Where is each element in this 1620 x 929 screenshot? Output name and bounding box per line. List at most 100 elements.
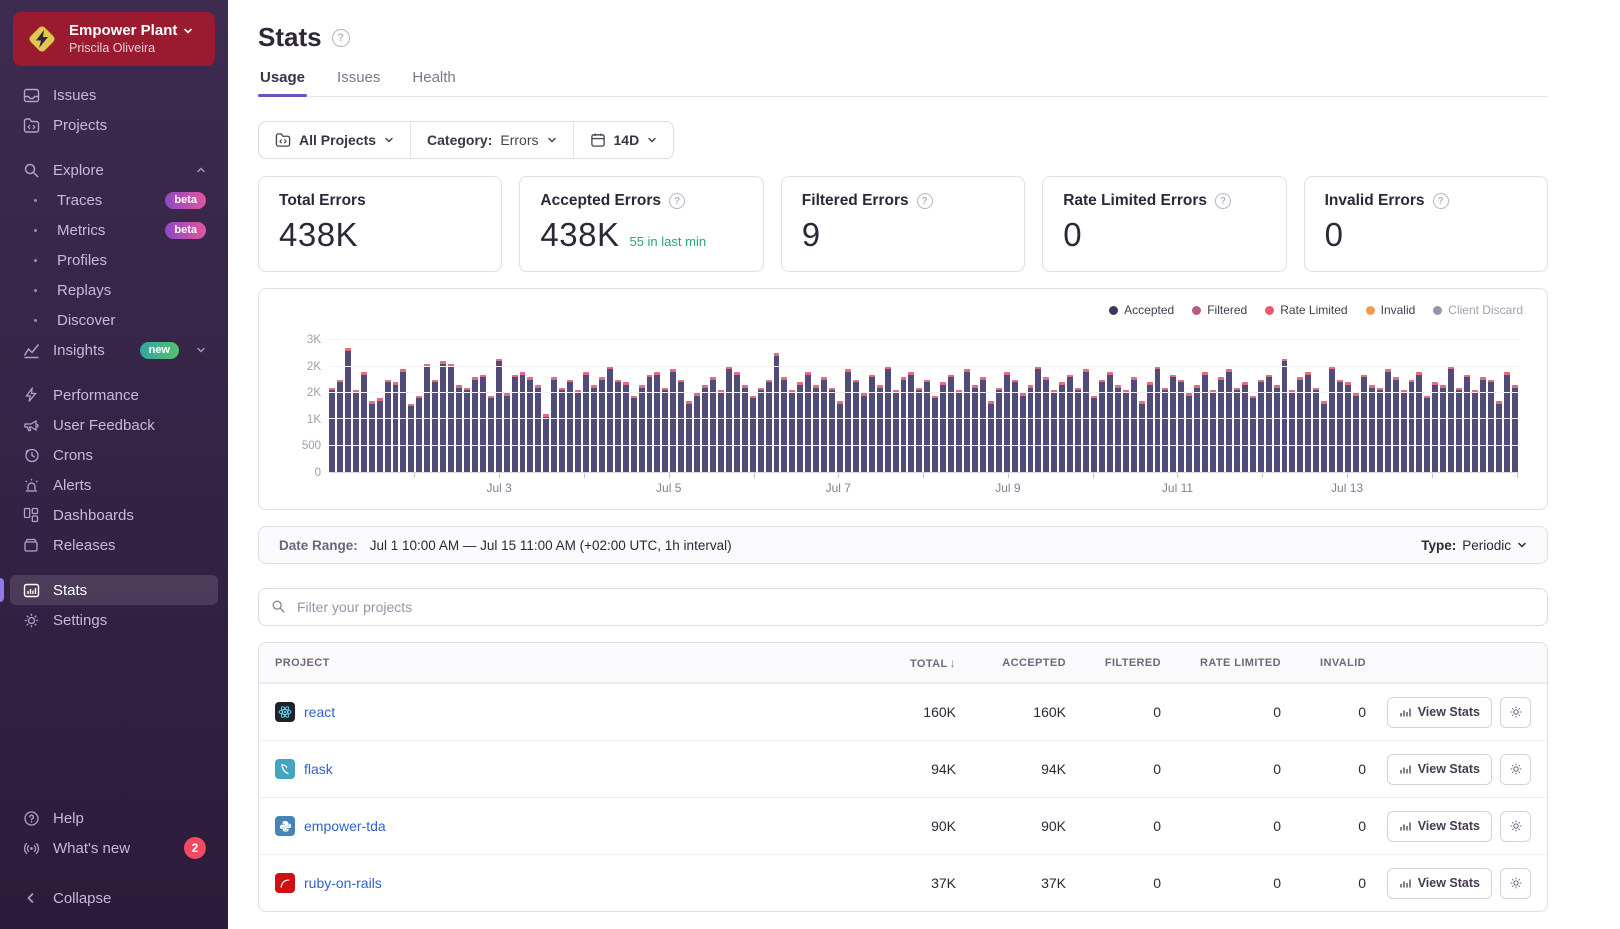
chart-bar [512, 375, 518, 472]
project-settings-button[interactable] [1500, 868, 1531, 899]
column-header-total[interactable]: TOTAL↓ [851, 656, 956, 670]
column-header-filtered[interactable]: FILTERED [1066, 657, 1161, 669]
chart-bar-cap [480, 375, 486, 378]
legend-item-invalid[interactable]: Invalid [1366, 303, 1416, 317]
chart-bar-cap [1186, 393, 1192, 396]
sidebar-item-user-feedback[interactable]: User Feedback [10, 410, 218, 440]
card-help-icon[interactable]: ? [1215, 193, 1231, 209]
gear-icon [1509, 705, 1523, 719]
project-link[interactable]: flask [304, 761, 333, 777]
column-header-rate-limited[interactable]: RATE LIMITED [1161, 657, 1281, 669]
bullet-icon [26, 289, 44, 292]
legend-item-accepted[interactable]: Accepted [1109, 303, 1174, 317]
chart-bar-cap [734, 372, 740, 375]
column-header-accepted[interactable]: ACCEPTED [956, 657, 1066, 669]
sidebar-item-performance[interactable]: Performance [10, 380, 218, 410]
tab-health[interactable]: Health [410, 69, 457, 96]
chart-bar-cap [980, 377, 986, 380]
org-user: Priscila Oliveira [69, 41, 193, 57]
chart-area: 05001K2K2K3K Jul 3Jul 5Jul 7Jul 9Jul 11J… [329, 335, 1519, 495]
tab-usage[interactable]: Usage [258, 69, 307, 96]
bar-chart-icon [1399, 706, 1411, 718]
sidebar-item-label: Help [53, 810, 206, 827]
sidebar-item-dashboards[interactable]: Dashboards [10, 500, 218, 530]
search-input[interactable] [258, 588, 1548, 626]
chevron-down-icon [196, 345, 206, 355]
column-header-invalid[interactable]: INVALID [1281, 657, 1366, 669]
sidebar-item-label: Settings [53, 612, 206, 629]
chart-bar-cap [1416, 372, 1422, 375]
project-settings-button[interactable] [1500, 697, 1531, 728]
chart-bar [1091, 396, 1097, 472]
sidebar-item-projects[interactable]: Projects [10, 110, 218, 140]
y-axis-label: 0 [315, 467, 321, 479]
card-help-icon[interactable]: ? [1433, 193, 1449, 209]
view-stats-button[interactable]: View Stats [1387, 697, 1492, 728]
sidebar-item-help[interactable]: Help [10, 803, 218, 833]
type-dropdown[interactable]: Type: Periodic [1421, 538, 1527, 553]
chart-bar [861, 393, 867, 472]
sidebar-item-label: Projects [53, 117, 206, 134]
card-help-icon[interactable]: ? [917, 193, 933, 209]
sidebar-item-discover[interactable]: Discover [10, 305, 218, 335]
chart-bar-cap [1234, 388, 1240, 391]
chart-bar [853, 380, 859, 472]
project-filter-dropdown[interactable]: All Projects [259, 122, 410, 158]
sidebar-item-profiles[interactable]: Profiles [10, 245, 218, 275]
sidebar-item-traces[interactable]: Traces beta [10, 185, 218, 215]
project-link[interactable]: react [304, 704, 335, 720]
sidebar-item-explore[interactable]: Explore [10, 155, 218, 185]
chart-bar-cap [1361, 375, 1367, 378]
chart-bar-cap [512, 375, 518, 378]
view-stats-button[interactable]: View Stats [1387, 868, 1492, 899]
sidebar-collapse-button[interactable]: Collapse [10, 883, 218, 913]
sidebar-item-alerts[interactable]: Alerts [10, 470, 218, 500]
chart-bar-cap [662, 388, 668, 391]
sidebar-item-settings[interactable]: Settings [10, 605, 218, 635]
view-stats-button[interactable]: View Stats [1387, 811, 1492, 842]
sidebar-item-replays[interactable]: Replays [10, 275, 218, 305]
page-help-icon[interactable]: ? [332, 29, 350, 47]
date-range-bar: Date Range: Jul 1 10:00 AM — Jul 15 11:0… [258, 526, 1548, 564]
sidebar-item-crons[interactable]: Crons [10, 440, 218, 470]
chart-bar [623, 382, 629, 472]
card-help-icon[interactable]: ? [669, 193, 685, 209]
chart-bar-cap [400, 369, 406, 372]
chart-bar [456, 385, 462, 472]
chart-bar-cap [1488, 380, 1494, 383]
chart-bar [1353, 393, 1359, 472]
sidebar-item-insights[interactable]: Insights new [10, 335, 218, 365]
chart-bar [1004, 372, 1010, 472]
project-settings-button[interactable] [1500, 754, 1531, 785]
filtered-cell: 0 [1066, 818, 1161, 834]
rate-limited-cell: 0 [1161, 818, 1281, 834]
sidebar-item-metrics[interactable]: Metrics beta [10, 215, 218, 245]
view-stats-button[interactable]: View Stats [1387, 754, 1492, 785]
project-link[interactable]: empower-tda [304, 818, 386, 834]
chart-bar-cap [1377, 388, 1383, 391]
chart-bar [1123, 390, 1129, 472]
search-icon [271, 599, 286, 614]
legend-item-rate-limited[interactable]: Rate Limited [1265, 303, 1347, 317]
chart-bar-cap [1043, 377, 1049, 380]
category-filter-dropdown[interactable]: Category: Errors [410, 122, 572, 158]
dashboards-icon [22, 506, 40, 524]
legend-item-client-discard[interactable]: Client Discard [1433, 303, 1523, 317]
project-settings-button[interactable] [1500, 811, 1531, 842]
chart-bar-cap [1432, 382, 1438, 385]
org-switcher[interactable]: Empower Plant Priscila Oliveira [13, 12, 215, 66]
date-period-dropdown[interactable]: 14D [573, 122, 674, 158]
legend-item-filtered[interactable]: Filtered [1192, 303, 1247, 317]
chart-bar-cap [742, 385, 748, 388]
sidebar-item-issues[interactable]: Issues [10, 80, 218, 110]
sidebar-item-whats-new[interactable]: What's new 2 [10, 833, 218, 863]
tab-issues[interactable]: Issues [335, 69, 382, 96]
main-content: Stats ? Usage Issues Health All Projects… [228, 0, 1620, 929]
project-link[interactable]: ruby-on-rails [304, 875, 382, 891]
rate-limited-cell: 0 [1161, 704, 1281, 720]
sidebar-item-stats[interactable]: Stats [10, 575, 218, 605]
chart-bar-cap [583, 372, 589, 375]
chart-bar [662, 388, 668, 472]
chart-bar-cap [1083, 369, 1089, 372]
sidebar-item-releases[interactable]: Releases [10, 530, 218, 560]
